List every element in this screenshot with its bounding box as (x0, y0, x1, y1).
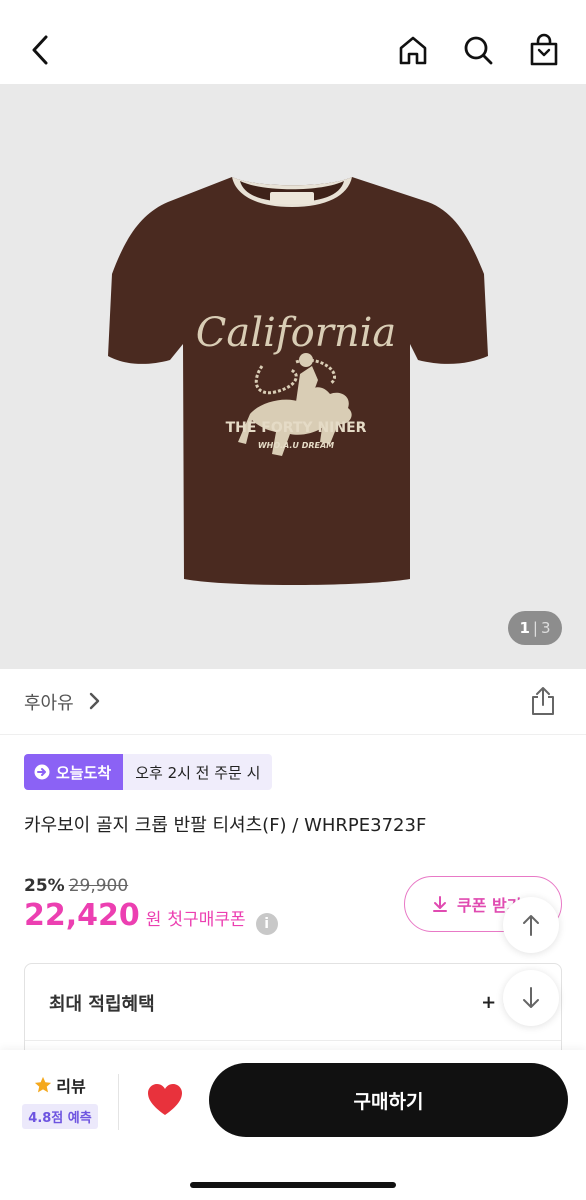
shopping-bag-icon (530, 33, 558, 66)
original-price: 29,900 (68, 876, 129, 896)
review-button[interactable]: 리뷰 4.8점 예측 (18, 1072, 102, 1129)
download-icon (433, 896, 447, 912)
search-button[interactable] (458, 26, 498, 74)
arrow-circle-icon (34, 764, 50, 780)
arrow-up-icon (523, 915, 539, 936)
cart-button[interactable] (524, 26, 564, 74)
print-line1: THE FORTY NINER (226, 420, 367, 436)
counter-current: 1 (519, 619, 530, 637)
review-header: 리뷰 (18, 1072, 102, 1098)
discount-row: 25% 29,900 (24, 876, 128, 896)
first-purchase-coupon-label: 첫구매쿠폰 (167, 910, 246, 930)
home-icon (399, 36, 427, 65)
arrow-down-icon (523, 987, 539, 1008)
sale-price: 22,420 (24, 898, 140, 933)
currency-label: 원 (145, 910, 162, 930)
heart-icon[interactable] (146, 1082, 184, 1118)
scroll-up-button[interactable] (503, 897, 559, 953)
divider (118, 1074, 119, 1130)
price-row: 22,420 원 첫구매쿠폰 i (24, 898, 278, 935)
top-navigation-bar (0, 0, 586, 84)
today-delivery-label: 오늘도착 (56, 763, 112, 782)
chevron-right-icon (89, 692, 100, 710)
buy-button[interactable]: 구매하기 (209, 1063, 568, 1137)
info-icon[interactable]: i (255, 913, 278, 935)
delivery-time-label: 오후 2시 전 주문 시 (123, 754, 273, 790)
review-score-badge: 4.8점 예측 (22, 1104, 98, 1129)
back-button[interactable] (20, 26, 60, 74)
divider (25, 1040, 561, 1041)
print-script: California (196, 310, 396, 356)
today-delivery-badge: 오늘도착 (24, 754, 124, 790)
print-line2: WHO.A.U DREAM (258, 441, 334, 450)
scroll-down-button[interactable] (503, 970, 559, 1026)
image-counter: 1 | 3 (508, 611, 562, 645)
share-icon[interactable] (528, 685, 558, 717)
product-image-carousel[interactable]: California THE FORTY NINER WHO.A.U DREAM… (0, 84, 586, 669)
chevron-left-icon (32, 35, 48, 65)
brand-row: 후아유 (0, 669, 586, 735)
home-button[interactable] (393, 26, 433, 74)
product-image: California THE FORTY NINER WHO.A.U DREAM (108, 177, 488, 585)
reward-label: 최대 적립혜택 (49, 994, 155, 1015)
delivery-badge: 오늘도착 오후 2시 전 주문 시 (24, 754, 273, 790)
product-title: 카우보이 골지 크롭 반팔 티셔츠(F) / WHRPE3723F (24, 815, 427, 836)
review-label: 리뷰 (56, 1077, 86, 1096)
brand-link[interactable]: 후아유 (24, 689, 74, 715)
counter-separator: | (532, 619, 538, 637)
star-icon (35, 1076, 52, 1093)
home-indicator (190, 1182, 396, 1188)
discount-rate: 25% (24, 876, 65, 896)
search-icon (464, 36, 493, 65)
counter-total: 3 (540, 619, 551, 637)
bottom-action-bar: 리뷰 4.8점 예측 구매하기 (0, 1050, 586, 1200)
